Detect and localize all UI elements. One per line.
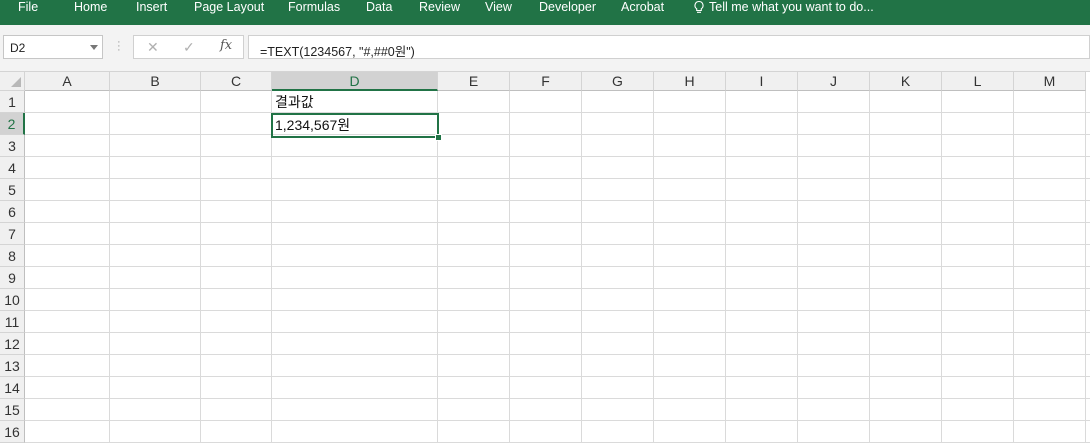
gridline (25, 354, 1090, 355)
gridline (109, 91, 110, 443)
active-cell-border (271, 113, 439, 138)
column-header-e[interactable]: E (438, 72, 510, 91)
row-header-4[interactable]: 4 (0, 157, 25, 179)
row-header-15[interactable]: 15 (0, 399, 25, 421)
column-header-h[interactable]: H (654, 72, 726, 91)
row-header-6[interactable]: 6 (0, 201, 25, 223)
select-all-button[interactable] (0, 72, 25, 91)
tab-view[interactable]: View (485, 0, 512, 14)
gridline (25, 332, 1090, 333)
gridline (437, 91, 438, 443)
gridline (25, 222, 1090, 223)
column-header-g[interactable]: G (582, 72, 654, 91)
gridline (25, 156, 1090, 157)
fill-handle[interactable] (435, 134, 442, 141)
gridline (200, 91, 201, 443)
tell-me-search[interactable]: Tell me what you want to do... (709, 0, 874, 14)
gridline (25, 112, 1090, 113)
row-header-10[interactable]: 10 (0, 289, 25, 311)
gridline (25, 398, 1090, 399)
column-header-d[interactable]: D (272, 72, 438, 91)
row-header-5[interactable]: 5 (0, 179, 25, 201)
row-header-12[interactable]: 12 (0, 333, 25, 355)
tab-developer[interactable]: Developer (539, 0, 596, 14)
enter-check-icon[interactable]: ✓ (183, 39, 195, 56)
gridline (25, 266, 1090, 267)
row-header-9[interactable]: 9 (0, 267, 25, 289)
row-header-14[interactable]: 14 (0, 377, 25, 399)
row-header-11[interactable]: 11 (0, 311, 25, 333)
tab-acrobat[interactable]: Acrobat (621, 0, 664, 14)
tab-insert[interactable]: Insert (136, 0, 167, 14)
tab-review[interactable]: Review (419, 0, 460, 14)
gridline (271, 91, 272, 443)
row-header-2[interactable]: 2 (0, 113, 25, 135)
gridline (25, 288, 1090, 289)
gridline (797, 91, 798, 443)
column-header-i[interactable]: I (726, 72, 798, 91)
gridline (1085, 91, 1086, 443)
chevron-down-icon[interactable] (90, 45, 98, 50)
formula-bar: D2 · · · ✕ ✓ fx =TEXT(1234567, "#,##0원") (0, 25, 1090, 71)
gridline (941, 91, 942, 443)
tab-home[interactable]: Home (74, 0, 107, 14)
cell-grid[interactable] (25, 91, 1090, 443)
gridline (869, 91, 870, 443)
row-header-16[interactable]: 16 (0, 421, 25, 443)
insert-function-icon[interactable]: fx (220, 38, 232, 53)
cancel-icon[interactable]: ✕ (147, 39, 159, 56)
tab-file[interactable]: File (18, 0, 38, 14)
column-header-j[interactable]: J (798, 72, 870, 91)
column-header-b[interactable]: B (110, 72, 201, 91)
row-header-1[interactable]: 1 (0, 91, 25, 113)
column-header-m[interactable]: M (1014, 72, 1086, 91)
cell-d1[interactable]: 결과값 (275, 91, 314, 113)
gridline (25, 200, 1090, 201)
tab-formulas[interactable]: Formulas (288, 0, 340, 14)
formula-buttons: ✕ ✓ fx (133, 35, 244, 59)
column-header-f[interactable]: F (510, 72, 582, 91)
gridline (509, 91, 510, 443)
row-header-8[interactable]: 8 (0, 245, 25, 267)
column-header-c[interactable]: C (201, 72, 272, 91)
column-header-k[interactable]: K (870, 72, 942, 91)
column-header-l[interactable]: L (942, 72, 1014, 91)
gridline (25, 134, 1090, 135)
gridline (25, 310, 1090, 311)
lightbulb-icon (694, 0, 704, 13)
gridline (581, 91, 582, 443)
tab-page-layout[interactable]: Page Layout (194, 0, 264, 14)
gridline (25, 420, 1090, 421)
tab-data[interactable]: Data (366, 0, 392, 14)
gridline (25, 376, 1090, 377)
column-header-a[interactable]: A (25, 72, 110, 91)
vertical-dots-icon[interactable]: · · · (117, 37, 121, 56)
row-header-13[interactable]: 13 (0, 355, 25, 377)
row-header-7[interactable]: 7 (0, 223, 25, 245)
gridline (25, 244, 1090, 245)
gridline (1013, 91, 1014, 443)
ribbon-bar: File Home Insert Page Layout Formulas Da… (0, 0, 1090, 25)
gridline (725, 91, 726, 443)
select-all-triangle-icon (11, 77, 21, 87)
gridline (653, 91, 654, 443)
gridline (25, 178, 1090, 179)
formula-text: =TEXT(1234567, "#,##0원") (260, 45, 415, 59)
formula-input[interactable]: =TEXT(1234567, "#,##0원") (248, 35, 1090, 59)
name-box-value: D2 (10, 41, 26, 55)
name-box[interactable]: D2 (3, 35, 103, 59)
row-header-3[interactable]: 3 (0, 135, 25, 157)
